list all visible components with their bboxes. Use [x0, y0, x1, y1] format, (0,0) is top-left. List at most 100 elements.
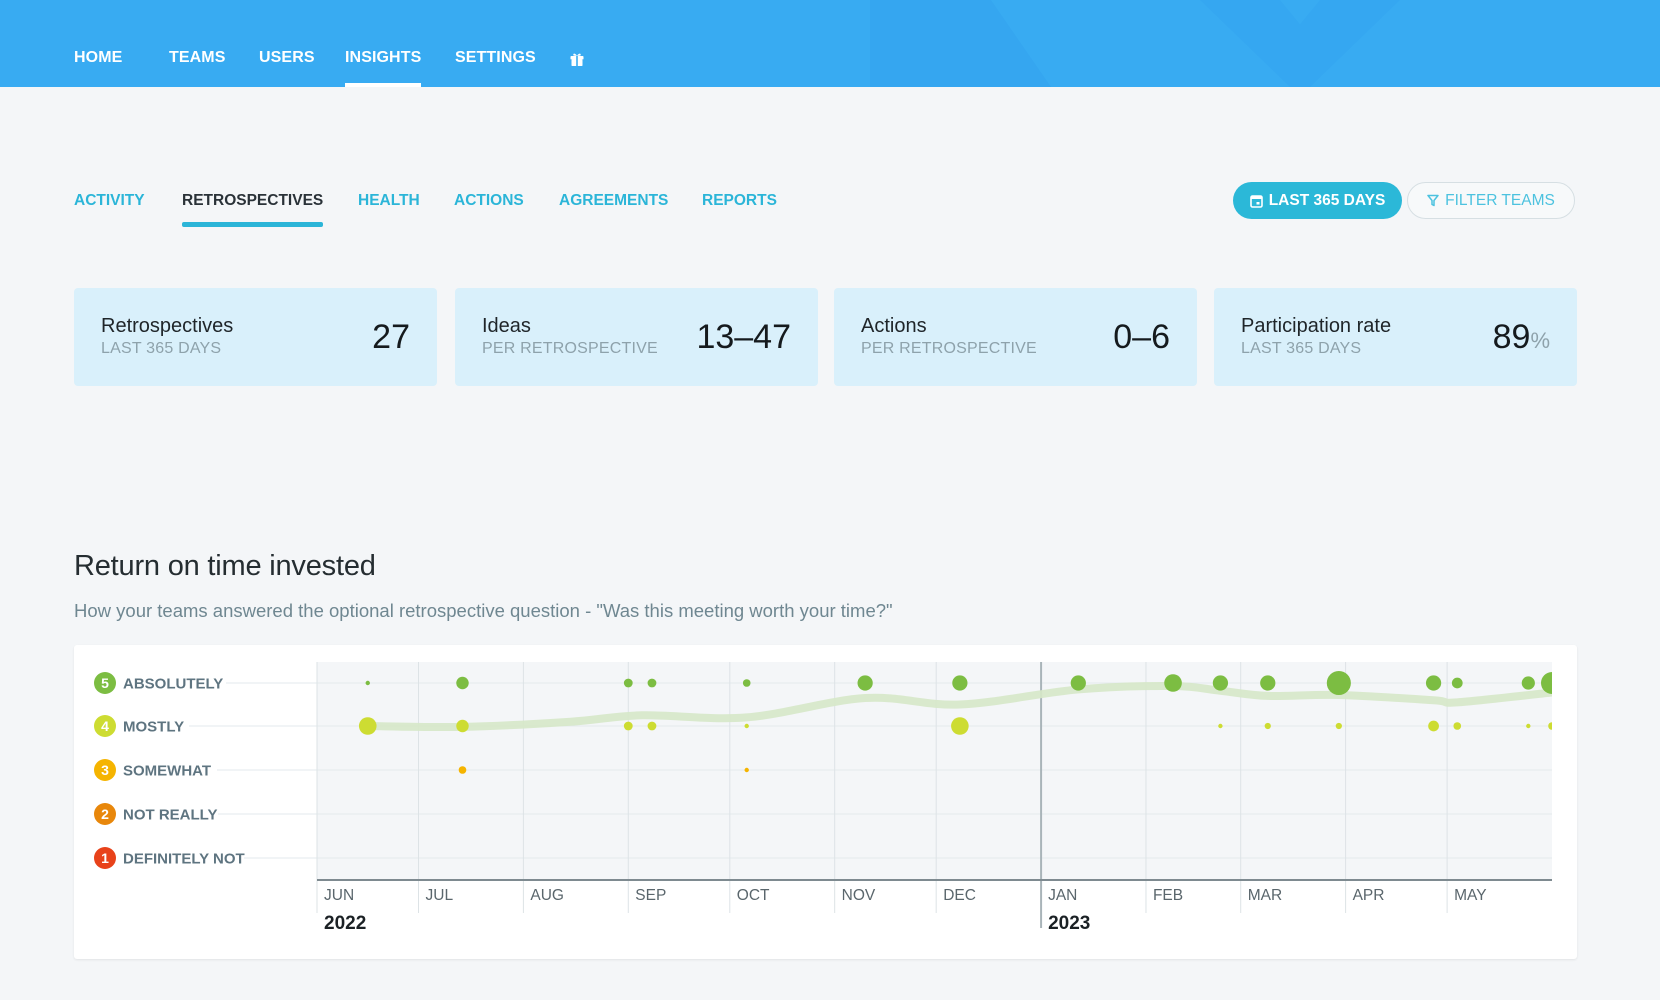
- stat-card-participation-rate: Participation rate LAST 365 DAYS 89%: [1214, 288, 1577, 386]
- stat-value: 0–6: [1113, 318, 1170, 357]
- x-tick-label: MAR: [1248, 887, 1282, 904]
- tab-reports[interactable]: REPORTS: [702, 192, 777, 210]
- section-title: Return on time invested: [74, 550, 376, 582]
- legend-label-definitely-not: DEFINITELY NOT: [123, 851, 245, 868]
- stat-number: 89: [1492, 318, 1531, 356]
- legend-label-absolutely: ABSOLUTELY: [123, 676, 223, 693]
- stat-title: Retrospectives: [101, 315, 234, 337]
- top-nav-bar: HOME TEAMS USERS INSIGHTS SETTINGS: [0, 0, 1660, 87]
- answer-bubble-score-4: [1428, 720, 1439, 732]
- tab-retrospectives[interactable]: RETROSPECTIVES: [182, 192, 323, 210]
- answer-bubble-score-5: [623, 678, 633, 688]
- stat-number: 13–47: [696, 318, 791, 356]
- answer-bubble-score-5: [952, 675, 968, 691]
- nav-settings[interactable]: SETTINGS: [455, 49, 536, 67]
- header-decoration: [1200, 0, 1400, 87]
- filter-icon: [1427, 194, 1439, 207]
- filter-teams-label: FILTER TEAMS: [1445, 191, 1555, 209]
- answer-bubble-score-5: [1451, 677, 1463, 689]
- nav-teams[interactable]: TEAMS: [169, 49, 226, 67]
- x-tick-label: JUN: [324, 887, 354, 904]
- stat-title: Actions: [861, 315, 927, 337]
- answer-bubble-score-4: [1526, 723, 1531, 729]
- stat-title: Participation rate: [1241, 315, 1392, 337]
- tab-actions[interactable]: ACTIONS: [454, 192, 524, 210]
- answer-bubble-score-5: [857, 675, 873, 691]
- x-tick-label: DEC: [943, 887, 976, 904]
- x-tick-label: OCT: [737, 887, 770, 904]
- date-range-label: LAST 365 DAYS: [1268, 191, 1386, 209]
- stat-value: 27: [372, 318, 410, 357]
- x-tick-label: MAY: [1454, 887, 1486, 904]
- answer-bubble-score-5: [456, 676, 469, 690]
- stat-value: 13–47: [696, 318, 791, 357]
- nav-active-indicator: [345, 83, 421, 87]
- stat-subtitle: PER RETROSPECTIVE: [482, 340, 658, 357]
- answer-bubble-score-3: [458, 766, 467, 774]
- score-badge-number: 3: [101, 762, 109, 778]
- answer-bubble-score-4: [1453, 722, 1462, 730]
- year-label: 2023: [1048, 913, 1090, 934]
- score-badge-number: 5: [101, 675, 109, 691]
- answer-bubble-score-5: [1541, 672, 1552, 694]
- stat-subtitle: LAST 365 DAYS: [101, 340, 222, 357]
- year-label: 2022: [324, 913, 366, 934]
- score-badge-number: 2: [101, 806, 109, 822]
- nav-users[interactable]: USERS: [259, 49, 315, 67]
- score-badge-number: 4: [101, 718, 109, 734]
- stat-card-actions: Actions PER RETROSPECTIVE 0–6: [834, 288, 1197, 386]
- answer-bubble-score-3: [744, 767, 749, 773]
- score-badge-number: 1: [101, 850, 109, 866]
- x-tick-label: NOV: [842, 887, 876, 904]
- answer-bubble-score-5: [647, 678, 657, 688]
- gift-icon[interactable]: [569, 51, 585, 67]
- section-subtitle: How your teams answered the optional ret…: [74, 600, 893, 621]
- answer-bubble-score-5: [1521, 676, 1535, 690]
- answer-bubble-score-5: [1164, 674, 1182, 692]
- x-tick-label: SEP: [635, 887, 666, 904]
- answer-bubble-score-5: [742, 679, 751, 687]
- date-range-button[interactable]: LAST 365 DAYS: [1233, 182, 1402, 219]
- x-tick-label: FEB: [1153, 887, 1183, 904]
- filter-teams-button[interactable]: FILTER TEAMS: [1407, 182, 1575, 219]
- header-decoration: [870, 0, 1060, 87]
- legend-label-somewhat: SOMEWHAT: [123, 763, 211, 780]
- stat-subtitle: PER RETROSPECTIVE: [861, 340, 1037, 357]
- answer-bubble-score-4: [744, 723, 749, 729]
- stat-card-ideas: Ideas PER RETROSPECTIVE 13–47: [455, 288, 818, 386]
- answer-bubble-score-4: [1264, 722, 1271, 730]
- x-tick-label: JUL: [426, 887, 454, 904]
- answer-bubble-score-4: [456, 719, 469, 733]
- answer-bubble-score-5: [1260, 675, 1276, 691]
- answer-bubble-score-5: [365, 680, 370, 686]
- stat-number: 27: [372, 318, 410, 356]
- answer-bubble-score-4: [358, 717, 377, 735]
- stat-value: 89%: [1493, 318, 1550, 357]
- return-on-time-chart-card: 5 ABSOLUTELY 4 MOSTLY 3 SOMEWHAT 2 NOT REALLY 1 D…: [74, 645, 1577, 959]
- answer-bubble-score-4: [951, 717, 969, 735]
- nav-insights[interactable]: INSIGHTS: [345, 49, 421, 67]
- answer-bubble-score-5: [1212, 675, 1229, 691]
- answer-bubble-score-4: [623, 721, 633, 731]
- answer-bubble-score-5: [1070, 675, 1086, 691]
- answer-bubble-score-5: [1326, 670, 1351, 696]
- stat-unit: %: [1530, 328, 1550, 353]
- stat-card-retrospectives: Retrospectives LAST 365 DAYS 27: [74, 288, 437, 386]
- return-on-time-chart: 5 ABSOLUTELY4 MOSTLY3 SOMEWHAT2 NOT REALLY1 D…: [94, 662, 1552, 934]
- answer-bubble-score-4: [1548, 722, 1552, 730]
- x-tick-label: APR: [1353, 887, 1385, 904]
- stat-number: 0–6: [1113, 318, 1170, 356]
- x-tick-label: AUG: [530, 887, 564, 904]
- tab-agreements[interactable]: AGREEMENTS: [559, 192, 668, 210]
- calendar-icon: [1249, 194, 1263, 208]
- x-tick-label: JAN: [1048, 887, 1077, 904]
- answer-bubble-score-4: [1218, 723, 1223, 729]
- nav-home[interactable]: HOME: [74, 49, 122, 67]
- legend-label-not-really: NOT REALLY: [123, 807, 217, 824]
- legend-label-mostly: MOSTLY: [123, 719, 184, 736]
- tab-activity[interactable]: ACTIVITY: [74, 192, 145, 210]
- answer-bubble-score-4: [1335, 722, 1342, 730]
- answer-bubble-score-4: [647, 721, 657, 731]
- tab-health[interactable]: HEALTH: [358, 192, 420, 210]
- answer-bubble-score-5: [1425, 675, 1442, 691]
